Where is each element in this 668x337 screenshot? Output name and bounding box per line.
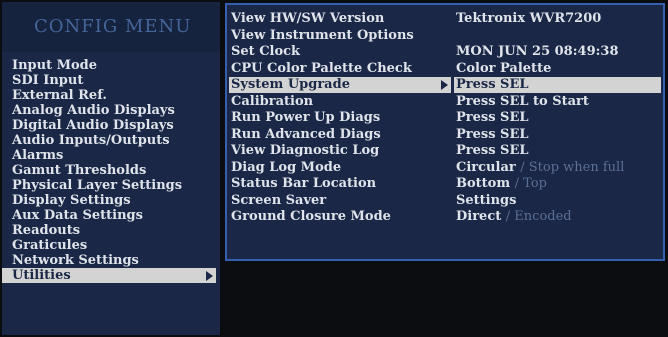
submenu-row-value: Press SEL <box>456 110 529 127</box>
submenu-row-value: Press SEL to Start <box>456 94 589 111</box>
config-menu-list: Input Mode SDI Input External Ref. Analog A… <box>2 58 220 283</box>
menu-item-label: Digital Audio Displays <box>12 118 174 133</box>
submenu-arrow-icon <box>206 271 213 281</box>
submenu-row-label: System Upgrade <box>231 77 350 92</box>
submenu-row-value: Press SEL <box>456 127 529 144</box>
menu-item-label: Analog Audio Displays <box>12 103 175 118</box>
submenu-row-view-hw-sw-version[interactable]: View HW/SW Version Tektronix WVR7200 <box>227 11 663 28</box>
submenu-row-label: View Diagnostic Log <box>231 143 380 158</box>
value-current: Tektronix WVR7200 <box>456 11 602 26</box>
menu-item-audio-inputs-outputs[interactable]: Audio Inputs/Outputs <box>2 133 220 148</box>
value-alternative: / Encoded <box>505 209 572 224</box>
submenu-row-value: Bottom / Top <box>456 176 547 193</box>
value-current: Color Palette <box>456 60 552 76</box>
submenu-row-value: Press SEL <box>456 143 529 160</box>
menu-item-label: Gamut Thresholds <box>12 163 147 178</box>
value-current: Bottom <box>456 176 511 191</box>
menu-item-label: Audio Inputs/Outputs <box>12 133 170 148</box>
value-current: Press SEL to Start <box>456 93 589 109</box>
submenu-row-status-bar-location[interactable]: Status Bar Location Bottom / Top <box>227 176 663 193</box>
submenu-row-label: Diag Log Mode <box>231 159 342 175</box>
menu-item-gamut-thresholds[interactable]: Gamut Thresholds <box>2 163 220 178</box>
menu-item-label: Display Settings <box>12 193 131 208</box>
value-alternative: / Top <box>514 176 547 191</box>
menu-item-physical-layer-settings[interactable]: Physical Layer Settings <box>2 178 220 193</box>
submenu-row-label: Run Advanced Diags <box>231 126 381 142</box>
menu-item-label: Graticules <box>12 238 88 253</box>
value-current: MON JUN 25 08:49:38 <box>456 44 619 59</box>
submenu-panel: View HW/SW Version Tektronix WVR7200 View … <box>225 3 665 261</box>
submenu-row-value: Settings <box>456 193 516 210</box>
submenu-list: View HW/SW Version Tektronix WVR7200 View … <box>227 11 663 226</box>
submenu-row-set-clock[interactable]: Set Clock MON JUN 25 08:49:38 <box>227 44 663 61</box>
menu-item-label: Aux Data Settings <box>12 208 143 223</box>
menu-item-graticules[interactable]: Graticules <box>2 238 220 253</box>
submenu-row-screen-saver[interactable]: Screen Saver Settings <box>227 193 663 210</box>
submenu-row-view-diagnostic-log[interactable]: View Diagnostic Log Press SEL <box>227 143 663 160</box>
submenu-arrow-icon <box>441 80 448 90</box>
menu-item-label: Readouts <box>12 223 81 238</box>
menu-item-label: Alarms <box>12 148 64 163</box>
value-current: Press SEL <box>456 77 529 92</box>
value-current: Press SEL <box>456 110 529 125</box>
config-menu-panel: CONFIG MENU Input Mode SDI Input External … <box>2 2 220 335</box>
submenu-row-label: View HW/SW Version <box>231 11 385 26</box>
menu-item-label: Input Mode <box>12 58 98 73</box>
menu-item-analog-audio-displays[interactable]: Analog Audio Displays <box>2 103 220 118</box>
menu-item-digital-audio-displays[interactable]: Digital Audio Displays <box>2 118 220 133</box>
submenu-row-label: Set Clock <box>231 44 301 59</box>
menu-item-sdi-input[interactable]: SDI Input <box>2 73 220 88</box>
value-alternative: / Stop when full <box>520 159 625 175</box>
submenu-row-value: Press SEL <box>456 77 529 94</box>
submenu-row-label: Run Power Up Diags <box>231 110 381 125</box>
submenu-row-label: Ground Closure Mode <box>231 209 391 224</box>
submenu-row-value: Tektronix WVR7200 <box>456 11 601 28</box>
value-current: Circular <box>456 159 516 175</box>
submenu-row-view-instrument-options[interactable]: View Instrument Options <box>227 28 663 45</box>
submenu-row-label: Screen Saver <box>231 192 327 208</box>
value-current: Direct <box>456 209 502 224</box>
submenu-row-value: Direct / Encoded <box>456 209 572 226</box>
submenu-row-label: CPU Color Palette Check <box>231 60 412 76</box>
submenu-row-label: View Instrument Options <box>231 27 414 43</box>
submenu-row-run-power-up-diags[interactable]: Run Power Up Diags Press SEL <box>227 110 663 127</box>
value-current: Settings <box>456 192 517 208</box>
menu-item-utilities[interactable]: Utilities <box>2 268 216 283</box>
config-menu-header: CONFIG MENU <box>2 2 220 52</box>
value-current: Press SEL <box>456 126 529 142</box>
menu-item-aux-data-settings[interactable]: Aux Data Settings <box>2 208 220 223</box>
submenu-row-label: Status Bar Location <box>231 176 377 191</box>
menu-item-label: Physical Layer Settings <box>12 178 183 193</box>
value-current: Press SEL <box>456 143 529 158</box>
submenu-row-value: Color Palette <box>456 61 551 78</box>
submenu-row-value: Circular / Stop when full <box>456 160 624 177</box>
submenu-row-run-advanced-diags[interactable]: Run Advanced Diags Press SEL <box>227 127 663 144</box>
menu-item-label: External Ref. <box>12 88 107 103</box>
menu-item-input-mode[interactable]: Input Mode <box>2 58 220 73</box>
config-menu-title: CONFIG MENU <box>34 16 192 37</box>
menu-item-display-settings[interactable]: Display Settings <box>2 193 220 208</box>
submenu-row-value: MON JUN 25 08:49:38 <box>456 44 619 61</box>
menu-item-external-ref[interactable]: External Ref. <box>2 88 220 103</box>
submenu-row-calibration[interactable]: Calibration Press SEL to Start <box>227 94 663 111</box>
menu-item-label: Network Settings <box>12 253 139 268</box>
menu-item-label: Utilities <box>12 268 71 283</box>
menu-item-label: SDI Input <box>12 73 84 88</box>
submenu-row-ground-closure-mode[interactable]: Ground Closure Mode Direct / Encoded <box>227 209 663 226</box>
submenu-row-cpu-color-palette-check[interactable]: CPU Color Palette Check Color Palette <box>227 61 663 78</box>
menu-item-alarms[interactable]: Alarms <box>2 148 220 163</box>
submenu-row-system-upgrade[interactable]: System Upgrade Press SEL <box>227 77 663 94</box>
submenu-row-diag-log-mode[interactable]: Diag Log Mode Circular / Stop when full <box>227 160 663 177</box>
menu-item-network-settings[interactable]: Network Settings <box>2 253 220 268</box>
menu-item-readouts[interactable]: Readouts <box>2 223 220 238</box>
submenu-row-label: Calibration <box>231 93 314 109</box>
